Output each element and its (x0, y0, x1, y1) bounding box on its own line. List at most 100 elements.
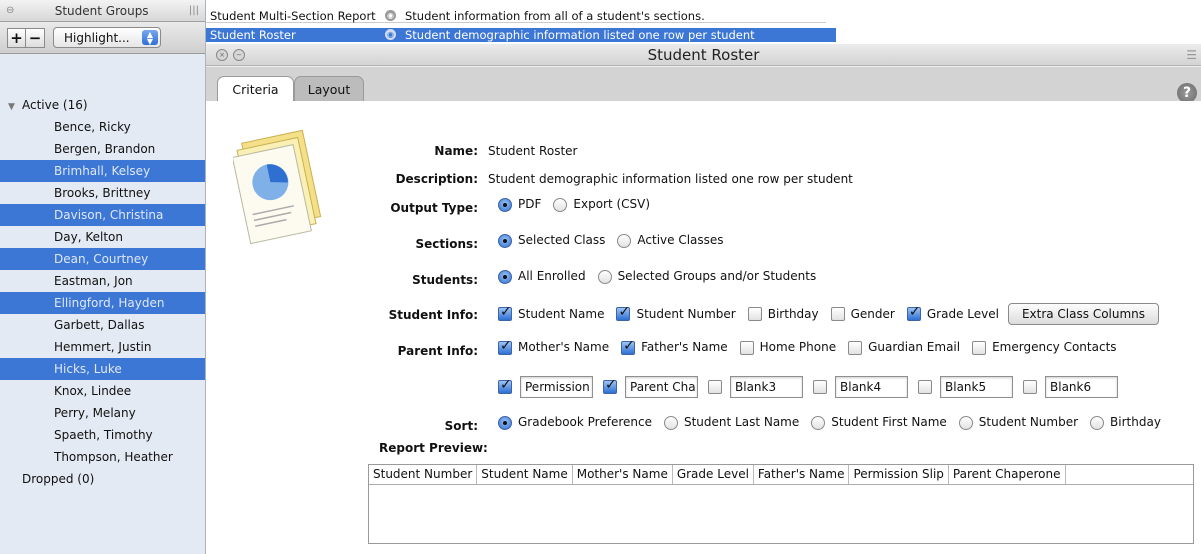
report-document-icon (233, 129, 322, 245)
sort-option[interactable]: Birthday (1090, 415, 1161, 430)
radio-button[interactable] (958, 415, 973, 430)
student-row[interactable]: Perry, Melany (0, 402, 205, 424)
parent-info-option[interactable]: Home Phone (739, 340, 836, 355)
student-info-option[interactable]: Student Number (616, 304, 736, 322)
custom-field-input[interactable]: Blank4 (835, 376, 908, 398)
radio-button[interactable] (811, 415, 826, 430)
custom-field-input[interactable]: Blank5 (940, 376, 1013, 398)
tab-layout[interactable]: Layout (294, 76, 364, 101)
minimize-icon[interactable]: − (233, 48, 245, 61)
group-active[interactable]: ▼ Active (16) (0, 94, 205, 116)
student-row[interactable]: Day, Kelton (0, 226, 205, 248)
sidebar-toolbar: + − Highlight... ▲ ▼ (0, 22, 205, 54)
student-row[interactable]: Thompson, Heather (0, 446, 205, 468)
option-label: Selected Class (518, 233, 606, 248)
checkbox[interactable] (498, 338, 512, 355)
info-icon[interactable]: ◉ (385, 29, 396, 40)
student-row[interactable]: Brimhall, Kelsey (0, 160, 205, 182)
option-label: Father's Name (641, 340, 728, 355)
student-row[interactable]: Eastman, Jon (0, 270, 205, 292)
checkbox[interactable] (848, 340, 863, 355)
student-row[interactable]: Garbett, Dallas (0, 314, 205, 336)
student-row[interactable]: Spaeth, Timothy (0, 424, 205, 446)
student-row[interactable]: Dean, Courtney (0, 248, 205, 270)
add-button[interactable]: + (7, 27, 26, 48)
radio-button[interactable] (597, 269, 612, 284)
parent-info-option[interactable]: Mother's Name (498, 338, 609, 355)
student-info-option[interactable]: Gender (830, 307, 895, 322)
custom-field-checkbox[interactable] (813, 380, 827, 394)
parent-info-option[interactable]: Emergency Contacts (972, 340, 1117, 355)
students-option[interactable]: All Enrolled (498, 269, 586, 284)
report-row-selected[interactable]: Student Roster ◉ Student demographic info… (206, 28, 836, 42)
group-dropped[interactable]: Dropped (0) (0, 468, 205, 490)
student-row[interactable]: Bergen, Brandon (0, 138, 205, 160)
radio-button[interactable] (553, 197, 568, 212)
checkbox[interactable] (616, 304, 631, 322)
students-option[interactable]: Selected Groups and/or Students (597, 269, 816, 284)
parent-info-option[interactable]: Father's Name (621, 338, 728, 355)
students-label: Students: (412, 273, 478, 287)
custom-field-checkbox[interactable] (498, 377, 512, 394)
output-type-option[interactable]: PDF (498, 197, 541, 212)
help-icon[interactable]: ? (1177, 83, 1197, 103)
custom-field-checkbox[interactable] (918, 380, 932, 394)
checkbox[interactable] (830, 307, 845, 322)
student-row[interactable]: Ellingford, Hayden (0, 292, 205, 314)
collapse-icon[interactable]: ⊖ (6, 5, 14, 16)
custom-field-checkbox[interactable] (1023, 380, 1037, 394)
highlight-select[interactable]: Highlight... ▲ ▼ (53, 27, 161, 48)
student-info-option[interactable]: Birthday (747, 307, 819, 322)
checkbox[interactable] (498, 304, 512, 322)
student-row[interactable]: Bence, Ricky (0, 116, 205, 138)
checkbox[interactable] (739, 340, 754, 355)
custom-field-input[interactable]: Permission (520, 376, 593, 398)
radio-button[interactable] (498, 233, 512, 248)
remove-button[interactable]: − (26, 27, 45, 48)
checkbox[interactable] (906, 304, 921, 322)
radio-button[interactable] (498, 415, 512, 430)
disclosure-triangle-icon[interactable]: ▼ (8, 96, 22, 118)
report-preview-label: Report Preview: (379, 441, 488, 455)
custom-field-input[interactable]: Blank6 (1045, 376, 1118, 398)
student-row[interactable]: Brooks, Brittney (0, 182, 205, 204)
tab-criteria[interactable]: Criteria (217, 76, 294, 101)
custom-field-checkbox[interactable] (708, 380, 722, 394)
info-icon[interactable]: ◉ (385, 10, 396, 21)
custom-field-input[interactable]: Blank3 (730, 376, 803, 398)
student-row[interactable]: Davison, Christina (0, 204, 205, 226)
option-label: Student Last Name (683, 415, 800, 430)
close-icon[interactable]: × (216, 48, 228, 61)
radio-button[interactable] (498, 269, 512, 284)
radio-button[interactable] (498, 197, 512, 212)
radio-button[interactable] (617, 233, 632, 248)
radio-button[interactable] (1090, 415, 1105, 430)
menu-icon[interactable]: ☰ (1186, 48, 1197, 62)
sections-option[interactable]: Selected Class (498, 233, 605, 248)
radio-button[interactable] (663, 415, 678, 430)
student-row[interactable]: Hemmert, Justin (0, 336, 205, 358)
sort-label: Sort: (444, 419, 478, 433)
student-info-option[interactable]: Student Name (498, 304, 604, 322)
sort-option[interactable]: Student First Name (811, 415, 947, 430)
sections-label: Sections: (415, 237, 478, 251)
report-row[interactable]: Student Multi-Section Report ◉ Student in… (206, 9, 826, 23)
custom-field-checkbox[interactable] (603, 377, 617, 394)
output-type-option[interactable]: Export (CSV) (553, 197, 650, 212)
option-label: Gradebook Preference (518, 415, 652, 430)
checkbox[interactable] (747, 307, 762, 322)
sort-option[interactable]: Student Number (958, 415, 1078, 430)
checkbox[interactable] (972, 340, 987, 355)
student-row[interactable]: Hicks, Luke (0, 358, 205, 380)
checkbox[interactable] (621, 338, 636, 355)
custom-field-input[interactable]: Parent Cha (625, 376, 698, 398)
window-titlebar: × − Student Roster ☰ (206, 44, 1201, 66)
sections-option[interactable]: Active Classes (617, 233, 724, 248)
sort-option[interactable]: Gradebook Preference (498, 415, 652, 430)
student-row[interactable]: Knox, Lindee (0, 380, 205, 402)
sort-option[interactable]: Student Last Name (663, 415, 800, 430)
resize-handle-icon[interactable]: ||| (189, 5, 199, 16)
parent-info-option[interactable]: Guardian Email (848, 340, 960, 355)
student-info-option[interactable]: Grade Level (906, 304, 999, 322)
extra-class-columns-button[interactable]: Extra Class Columns (1007, 303, 1160, 325)
